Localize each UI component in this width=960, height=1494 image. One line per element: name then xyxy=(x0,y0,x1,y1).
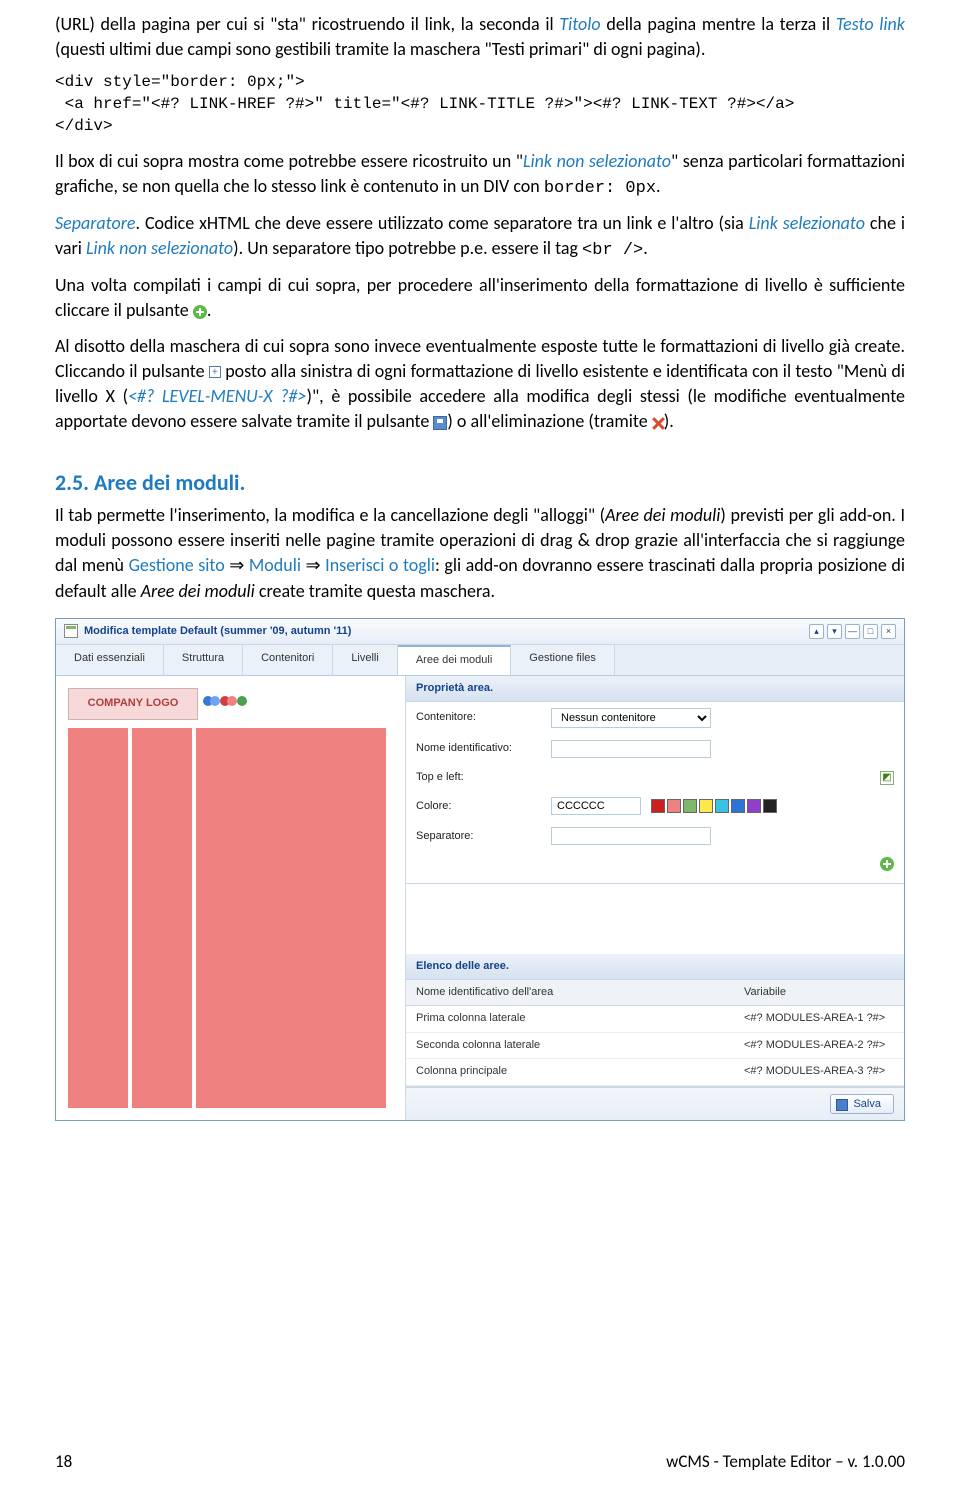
layout-columns xyxy=(68,728,393,1108)
page-footer: 18 wCMS - Template Editor – v. 1.0.00 xyxy=(55,1450,905,1474)
paragraph-1: (URL) della pagina per cui si "sta" rico… xyxy=(55,12,905,62)
color-swatches xyxy=(651,799,777,813)
paragraph-2: Il box di cui sopra mostra come potrebbe… xyxy=(55,149,905,201)
breadcrumb-moduli: Moduli xyxy=(249,554,301,576)
col-name: Nome identificativo dell'area xyxy=(406,980,734,1006)
swatch[interactable] xyxy=(651,799,665,813)
tab-aree-dei-moduli[interactable]: Aree dei moduli xyxy=(398,645,511,674)
table-row[interactable]: Seconda colonna laterale<#? MODULES-AREA… xyxy=(406,1032,904,1058)
collapse-down-icon[interactable]: ▾ xyxy=(827,624,842,639)
tab-struttura[interactable]: Struttura xyxy=(164,645,243,674)
dialog-window: Modifica template Default (summer '09, a… xyxy=(55,618,905,1121)
properties-header: Proprietà area. xyxy=(406,676,904,702)
window-title: Modifica template Default (summer '09, a… xyxy=(84,624,809,639)
page-number: 18 xyxy=(55,1450,72,1474)
paragraph-3: Separatore. Codice xHTML che deve essere… xyxy=(55,211,905,263)
code-block: <div style="border: 0px;"> <a href="<#? … xyxy=(55,72,905,137)
label-nome: Nome identificativo: xyxy=(416,741,551,756)
swatch[interactable] xyxy=(667,799,681,813)
swatch[interactable] xyxy=(731,799,745,813)
tab-gestione-files[interactable]: Gestione files xyxy=(511,645,615,674)
section-header: 2.5. Aree dei moduli. xyxy=(55,468,905,499)
form-icon xyxy=(64,624,78,638)
company-logo: COMPANY LOGO xyxy=(68,688,198,720)
save-button[interactable]: Salva xyxy=(830,1094,894,1114)
tab-livelli[interactable]: Livelli xyxy=(333,645,398,674)
breadcrumb-inserisci: Inserisci o togli xyxy=(325,554,435,576)
label-colore: Colore: xyxy=(416,799,551,814)
tabbar: Dati essenzialiStrutturaContenitoriLivel… xyxy=(56,645,904,675)
table-row[interactable]: Prima colonna laterale<#? MODULES-AREA-1… xyxy=(406,1006,904,1032)
window-titlebar: Modifica template Default (summer '09, a… xyxy=(56,619,904,645)
label-separatore2: Separatore: xyxy=(416,829,551,844)
swatch[interactable] xyxy=(683,799,697,813)
column-3 xyxy=(196,728,386,1108)
swatch[interactable] xyxy=(699,799,713,813)
select-contenitore[interactable]: Nessun contenitore xyxy=(551,708,711,728)
swatch[interactable] xyxy=(747,799,761,813)
add-icon xyxy=(193,305,207,319)
minimize-icon[interactable]: — xyxy=(845,624,860,639)
delete-icon xyxy=(652,417,664,429)
term-separatore: Separatore xyxy=(55,212,135,234)
disk-icon xyxy=(836,1099,848,1111)
logo-decorations xyxy=(206,696,247,711)
tab-dati-essenziali[interactable]: Dati essenziali xyxy=(56,645,164,674)
paragraph-4: Una volta compilati i campi di cui sopra… xyxy=(55,273,905,323)
close-icon[interactable]: × xyxy=(881,624,896,639)
term-link-non-selezionato: Link non selezionato xyxy=(523,150,671,172)
tab-contenitori[interactable]: Contenitori xyxy=(243,645,333,674)
title-buttons: ▴ ▾ — □ × xyxy=(809,624,896,639)
areas-list-header: Elenco delle aree. xyxy=(406,954,904,980)
column-2 xyxy=(132,728,192,1108)
input-colore[interactable] xyxy=(551,797,641,815)
swatch[interactable] xyxy=(715,799,729,813)
preview-pane: COMPANY LOGO xyxy=(56,676,406,1120)
swatch[interactable] xyxy=(763,799,777,813)
table-row[interactable]: Colonna principale<#? MODULES-AREA-3 ?#> xyxy=(406,1059,904,1085)
label-topleft: Top e left: xyxy=(416,770,551,785)
collapse-up-icon[interactable]: ▴ xyxy=(809,624,824,639)
expand-icon: + xyxy=(209,366,221,378)
term-titolo: Titolo xyxy=(559,13,600,35)
doc-title: wCMS - Template Editor – v. 1.0.00 xyxy=(666,1450,905,1474)
disk-icon xyxy=(433,416,447,430)
add-area-button[interactable] xyxy=(880,857,894,871)
paragraph-6: Il tab permette l'inserimento, la modifi… xyxy=(55,503,905,604)
col-var: Variabile xyxy=(734,980,904,1006)
term-level-menu: <#? LEVEL-MENU-X ?#> xyxy=(128,385,306,407)
input-separatore[interactable] xyxy=(551,827,711,845)
column-1 xyxy=(68,728,128,1108)
paragraph-5: Al disotto della maschera di cui sopra s… xyxy=(55,334,905,435)
input-nome[interactable] xyxy=(551,740,711,758)
term-testo-link: Testo link xyxy=(836,13,905,35)
label-contenitore: Contenitore: xyxy=(416,710,551,725)
breadcrumb-gestione: Gestione sito xyxy=(129,554,225,576)
maximize-icon[interactable]: □ xyxy=(863,624,878,639)
areas-table: Nome identificativo dell'area Variabile … xyxy=(406,980,904,1086)
picker-icon[interactable]: ◩ xyxy=(880,771,894,785)
